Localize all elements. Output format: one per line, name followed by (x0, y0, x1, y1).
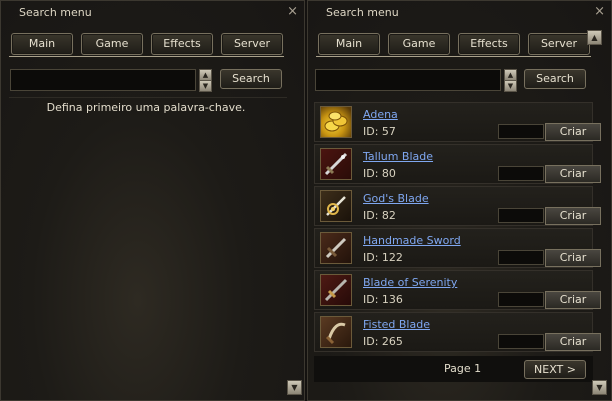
results-list: Adena ID: 57 Criar Tallum Blade ID: 80 C… (314, 102, 601, 354)
list-item: God's Blade ID: 82 Criar (314, 186, 601, 226)
item-name-link[interactable]: Fisted Blade (363, 318, 430, 331)
tab-game[interactable]: Game (388, 33, 450, 55)
tab-divider (316, 56, 591, 57)
create-button[interactable]: Criar (545, 333, 601, 351)
search-button[interactable]: Search (220, 69, 282, 89)
item-id: ID: 57 (363, 125, 396, 138)
search-menu-left-window: Search menu × Main Game Effects Server ▲… (0, 0, 305, 401)
search-input[interactable] (315, 69, 501, 91)
create-button[interactable]: Criar (545, 291, 601, 309)
window-title: Search menu (19, 6, 92, 19)
item-id: ID: 80 (363, 167, 396, 180)
quantity-input[interactable] (498, 208, 544, 223)
next-page-button[interactable]: NEXT > (524, 360, 586, 379)
spinner-down-icon[interactable]: ▼ (504, 80, 517, 92)
page-label: Page 1 (444, 362, 482, 375)
handmade-sword-icon (320, 232, 352, 264)
tab-effects[interactable]: Effects (458, 33, 520, 55)
list-item: Adena ID: 57 Criar (314, 102, 601, 142)
tab-main[interactable]: Main (11, 33, 73, 55)
tab-game[interactable]: Game (81, 33, 143, 55)
title-bar[interactable]: Search menu × (308, 1, 611, 23)
list-item: Tallum Blade ID: 80 Criar (314, 144, 601, 184)
empty-keyword-message: Defina primeiro uma palavra-chave. (46, 101, 246, 114)
quantity-input[interactable] (498, 166, 544, 181)
scroll-down-arrow-icon[interactable]: ▼ (592, 380, 607, 395)
divider (9, 97, 287, 98)
item-id: ID: 136 (363, 293, 403, 306)
tab-divider (9, 56, 284, 57)
spinner-icon[interactable]: ▲ ▼ (504, 69, 517, 92)
create-button[interactable]: Criar (545, 165, 601, 183)
fisted-blade-icon (320, 316, 352, 348)
tab-server[interactable]: Server (221, 33, 283, 55)
list-item: Handmade Sword ID: 122 Criar (314, 228, 601, 268)
close-icon[interactable]: × (594, 4, 605, 19)
quantity-input[interactable] (498, 334, 544, 349)
quantity-input[interactable] (498, 124, 544, 139)
gods-blade-icon (320, 190, 352, 222)
item-name-link[interactable]: Handmade Sword (363, 234, 461, 247)
blade-of-serenity-icon (320, 274, 352, 306)
window-title: Search menu (326, 6, 399, 19)
item-name-link[interactable]: Adena (363, 108, 398, 121)
pagination-bar: Page 1 NEXT > (314, 356, 593, 382)
close-icon[interactable]: × (287, 4, 298, 19)
scroll-up-arrow-icon[interactable]: ▲ (587, 30, 602, 45)
list-item: Blade of Serenity ID: 136 Criar (314, 270, 601, 310)
search-input[interactable] (10, 69, 196, 91)
item-id: ID: 265 (363, 335, 403, 348)
adena-coins-icon (320, 106, 352, 138)
item-name-link[interactable]: God's Blade (363, 192, 429, 205)
list-item: Fisted Blade ID: 265 Criar (314, 312, 601, 352)
create-button[interactable]: Criar (545, 123, 601, 141)
create-button[interactable]: Criar (545, 249, 601, 267)
title-bar[interactable]: Search menu × (1, 1, 304, 23)
tab-effects[interactable]: Effects (151, 33, 213, 55)
search-button[interactable]: Search (524, 69, 586, 89)
spinner-down-icon[interactable]: ▼ (199, 80, 212, 92)
tab-server[interactable]: Server (528, 33, 590, 55)
item-name-link[interactable]: Blade of Serenity (363, 276, 457, 289)
tab-bar: Main Game Effects Server (318, 33, 590, 55)
tab-bar: Main Game Effects Server (11, 33, 283, 55)
search-menu-right-window: Search menu × Main Game Effects Server ▲… (307, 0, 612, 401)
spinner-icon[interactable]: ▲ ▼ (199, 69, 212, 92)
item-id: ID: 122 (363, 251, 403, 264)
tab-main[interactable]: Main (318, 33, 380, 55)
tallum-blade-icon (320, 148, 352, 180)
create-button[interactable]: Criar (545, 207, 601, 225)
item-name-link[interactable]: Tallum Blade (363, 150, 433, 163)
scroll-down-arrow-icon[interactable]: ▼ (287, 380, 302, 395)
quantity-input[interactable] (498, 292, 544, 307)
item-id: ID: 82 (363, 209, 396, 222)
quantity-input[interactable] (498, 250, 544, 265)
